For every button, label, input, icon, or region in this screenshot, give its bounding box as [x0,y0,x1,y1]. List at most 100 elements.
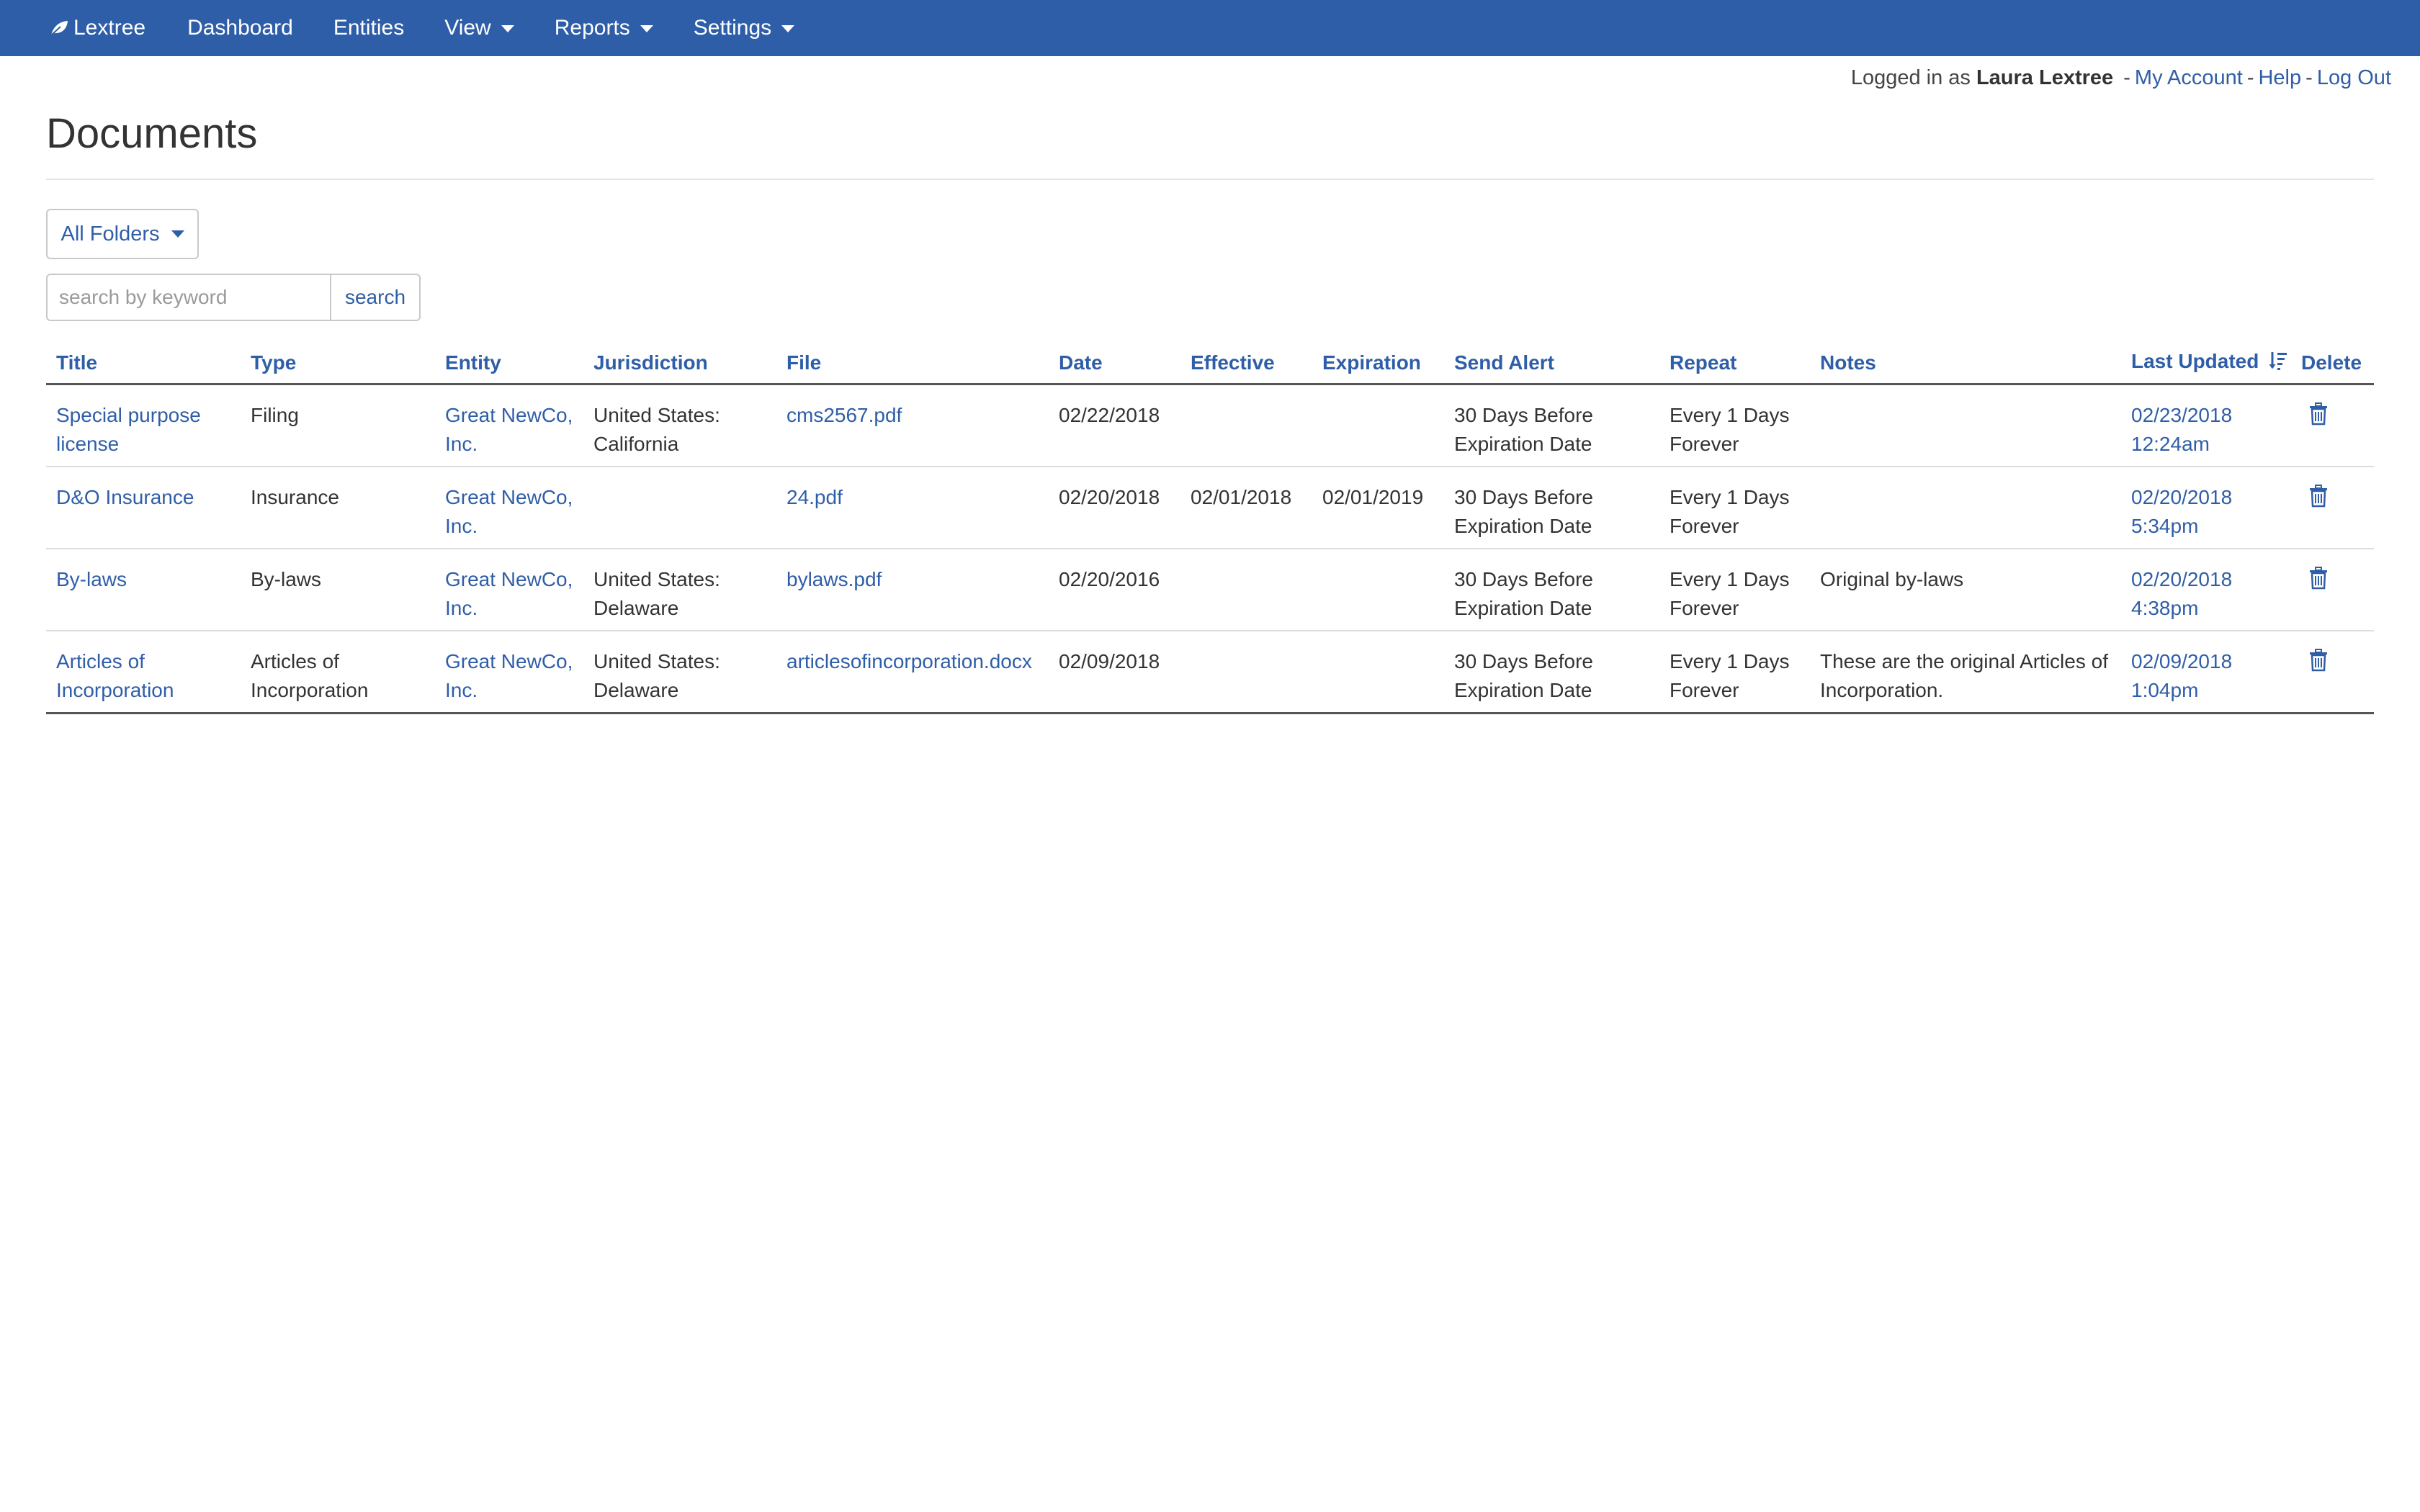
brand-label: Lextree [73,16,146,40]
document-type: Articles of Incorporation [241,631,435,714]
repeat-cell: Every 1 Days Forever [1659,631,1810,714]
trash-icon[interactable] [2308,402,2329,433]
document-title-link[interactable]: Special purpose license [56,404,201,455]
document-title-link[interactable]: Articles of Incorporation [56,650,174,701]
my-account-link[interactable]: My Account [2135,66,2243,89]
repeat-cell: Every 1 Days Forever [1659,384,1810,467]
entity-link[interactable]: Great NewCo, Inc. [445,568,573,619]
header-file-label: File [786,351,822,374]
folder-filter-label: All Folders [60,222,160,246]
send-alert-cell: 30 Days Before Expiration Date [1444,467,1659,549]
table-row: Special purpose license Filing Great New… [46,384,2374,467]
folder-filter-dropdown[interactable]: All Folders [46,209,199,259]
title-divider [46,179,2374,180]
send-alert-cell: 30 Days Before Expiration Date [1444,549,1659,631]
header-delete: Delete [2291,343,2374,385]
table-header-row: Title Type Entity Jurisdiction File Date… [46,343,2374,385]
header-type-label: Type [251,351,297,374]
send-alert-cell: 30 Days Before Expiration Date [1444,384,1659,467]
header-send-alert-label: Send Alert [1454,351,1554,374]
jurisdiction-cell [583,467,776,549]
header-last-updated[interactable]: Last Updated [2121,343,2291,385]
log-out-link[interactable]: Log Out [2317,66,2391,89]
effective-cell [1180,631,1312,714]
repeat-cell: Every 1 Days Forever [1659,467,1810,549]
nav-view-label: View [444,16,491,40]
trash-icon[interactable] [2308,567,2329,598]
last-updated-link[interactable]: 02/20/2018 5:34pm [2131,486,2232,537]
last-updated-link[interactable]: 02/20/2018 4:38pm [2131,568,2232,619]
separator: - [2246,66,2254,89]
file-link[interactable]: articlesofincorporation.docx [786,650,1032,672]
nav-entities[interactable]: Entities [313,0,424,56]
nav-reports-dropdown[interactable]: Reports [534,0,673,56]
expiration-cell [1312,631,1444,714]
header-date[interactable]: Date [1049,343,1180,385]
send-alert-cell: 30 Days Before Expiration Date [1444,631,1659,714]
header-repeat-label: Repeat [1670,351,1737,374]
header-expiration-label: Expiration [1322,351,1421,374]
repeat-cell: Every 1 Days Forever [1659,549,1810,631]
nav-settings-dropdown[interactable]: Settings [673,0,815,56]
notes-cell [1810,384,2121,467]
search-bar: search [46,274,421,321]
caret-down-icon [171,230,184,238]
header-expiration[interactable]: Expiration [1312,343,1444,385]
header-notes[interactable]: Notes [1810,343,2121,385]
brand-link[interactable]: Lextree [0,0,167,56]
caret-down-icon [781,25,795,32]
document-title-link[interactable]: D&O Insurance [56,486,194,508]
last-updated-link[interactable]: 02/09/2018 1:04pm [2131,650,2232,701]
nav-dashboard[interactable]: Dashboard [167,0,313,56]
user-status-bar: Logged in as Laura Lextree - My Account - H… [1851,66,2391,90]
search-input[interactable] [46,274,330,321]
header-title-label: Title [56,351,98,374]
nav-settings-label: Settings [693,16,772,40]
file-link[interactable]: 24.pdf [786,486,843,508]
document-title-link[interactable]: By-laws [56,568,127,590]
username: Laura Lextree [1976,66,2114,89]
file-link[interactable]: bylaws.pdf [786,568,882,590]
top-navbar: Lextree Dashboard Entities View Reports … [0,0,2420,56]
caret-down-icon [501,25,514,32]
sort-descending-icon[interactable] [2269,351,2287,376]
header-effective[interactable]: Effective [1180,343,1312,385]
jurisdiction-cell: United States: Delaware [583,549,776,631]
nav-dashboard-label: Dashboard [187,16,293,40]
search-button[interactable]: search [330,274,421,321]
nav-entities-label: Entities [333,16,405,40]
separator: - [2123,66,2130,89]
nav-view-dropdown[interactable]: View [424,0,534,56]
header-entity-label: Entity [445,351,501,374]
entity-link[interactable]: Great NewCo, Inc. [445,486,573,537]
notes-cell [1810,467,2121,549]
header-jurisdiction[interactable]: Jurisdiction [583,343,776,385]
table-row: D&O Insurance Insurance Great NewCo, Inc… [46,467,2374,549]
caret-down-icon [640,25,653,32]
trash-icon[interactable] [2308,649,2329,680]
header-delete-label: Delete [2301,351,2362,374]
header-send-alert[interactable]: Send Alert [1444,343,1659,385]
header-file[interactable]: File [776,343,1049,385]
jurisdiction-cell: United States: California [583,384,776,467]
date-cell: 02/22/2018 [1049,384,1180,467]
expiration-cell: 02/01/2019 [1312,467,1444,549]
document-type: By-laws [241,549,435,631]
header-repeat[interactable]: Repeat [1659,343,1810,385]
entity-link[interactable]: Great NewCo, Inc. [445,404,573,455]
table-row: By-laws By-laws Great NewCo, Inc. United… [46,549,2374,631]
notes-cell: Original by-laws [1810,549,2121,631]
trash-icon[interactable] [2308,485,2329,516]
header-effective-label: Effective [1191,351,1275,374]
file-link[interactable]: cms2567.pdf [786,404,902,426]
documents-table: Title Type Entity Jurisdiction File Date… [46,343,2374,714]
header-entity[interactable]: Entity [435,343,583,385]
header-jurisdiction-label: Jurisdiction [593,351,708,374]
help-link[interactable]: Help [2258,66,2301,89]
header-type[interactable]: Type [241,343,435,385]
header-title[interactable]: Title [46,343,241,385]
effective-cell [1180,384,1312,467]
entity-link[interactable]: Great NewCo, Inc. [445,650,573,701]
last-updated-link[interactable]: 02/23/2018 12:24am [2131,404,2232,455]
logged-in-prefix: Logged in as [1850,66,1971,89]
